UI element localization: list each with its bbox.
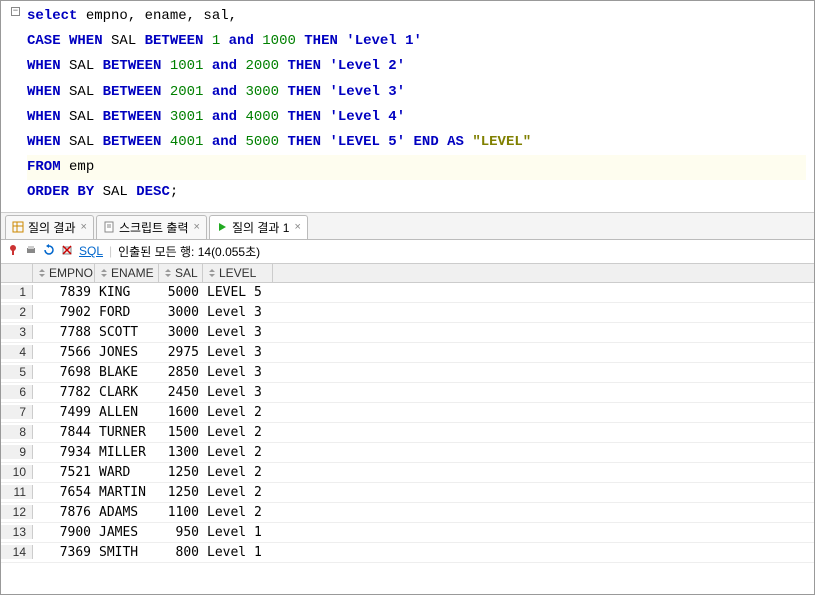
sql-link[interactable]: SQL <box>79 244 103 258</box>
result-grid: EMPNOENAMESALLEVEL 17839KING5000LEVEL 52… <box>1 264 814 563</box>
fold-icon[interactable]: − <box>11 7 20 16</box>
table-row[interactable]: 17839KING5000LEVEL 5 <box>1 283 814 303</box>
table-row[interactable]: 67782CLARK2450Level 3 <box>1 383 814 403</box>
delete-icon[interactable] <box>61 244 73 259</box>
table-row[interactable]: 147369SMITH800Level 1 <box>1 543 814 563</box>
table-row[interactable]: 117654MARTIN1250Level 2 <box>1 483 814 503</box>
print-icon[interactable] <box>25 244 37 259</box>
close-icon[interactable]: × <box>81 221 87 233</box>
close-icon[interactable]: × <box>294 221 300 233</box>
sql-lines: select empno, ename, sal,CASE WHEN SAL B… <box>27 4 806 206</box>
col-empno[interactable]: EMPNO <box>33 264 95 282</box>
table-row[interactable]: 47566JONES2975Level 3 <box>1 343 814 363</box>
col-ename[interactable]: ENAME <box>95 264 159 282</box>
rownum-header <box>1 264 33 282</box>
table-row[interactable]: 137900JAMES950Level 1 <box>1 523 814 543</box>
table-row[interactable]: 87844TURNER1500Level 2 <box>1 423 814 443</box>
table-row[interactable]: 107521WARD1250Level 2 <box>1 463 814 483</box>
grid-body: 17839KING5000LEVEL 527902FORD3000Level 3… <box>1 283 814 563</box>
table-row[interactable]: 77499ALLEN1600Level 2 <box>1 403 814 423</box>
table-row[interactable]: 127876ADAMS1100Level 2 <box>1 503 814 523</box>
result-toolbar: SQL | 인출된 모든 행: 14(0.055초) <box>1 240 814 264</box>
col-level[interactable]: LEVEL <box>203 264 273 282</box>
result-tabs: 질의 결과×스크립트 출력×질의 결과 1× <box>1 213 814 240</box>
table-row[interactable]: 97934MILLER1300Level 2 <box>1 443 814 463</box>
tab-스크립트 출력[interactable]: 스크립트 출력× <box>96 215 207 239</box>
refresh-icon[interactable] <box>43 244 55 259</box>
col-sal[interactable]: SAL <box>159 264 203 282</box>
table-row[interactable]: 37788SCOTT3000Level 3 <box>1 323 814 343</box>
close-icon[interactable]: × <box>194 221 200 233</box>
tab-질의 결과 1[interactable]: 질의 결과 1× <box>209 215 308 239</box>
separator: | <box>109 244 112 258</box>
table-row[interactable]: 27902FORD3000Level 3 <box>1 303 814 323</box>
sql-editor[interactable]: − select empno, ename, sal,CASE WHEN SAL… <box>1 1 814 213</box>
tab-질의 결과[interactable]: 질의 결과× <box>5 215 94 239</box>
table-row[interactable]: 57698BLAKE2850Level 3 <box>1 363 814 383</box>
status-text: 인출된 모든 행: 14(0.055초) <box>118 243 260 260</box>
grid-header: EMPNOENAMESALLEVEL <box>1 264 814 283</box>
pin-icon[interactable] <box>7 244 19 259</box>
